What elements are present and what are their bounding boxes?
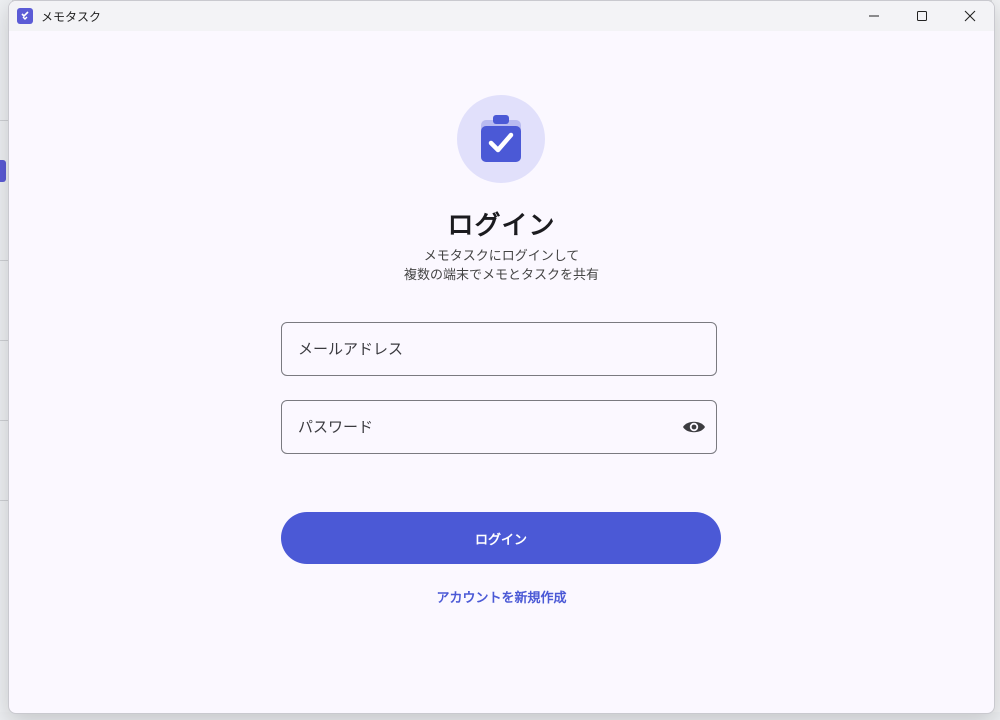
login-page: ログイン メモタスクにログインして 複数の端末でメモとタスクを共有 ログイン ア… [9, 31, 994, 713]
subtitle-line-1: メモタスクにログインして [423, 249, 580, 264]
email-input[interactable] [296, 328, 660, 370]
window-title: メモタスク [41, 9, 102, 24]
close-button[interactable] [946, 1, 994, 31]
minimize-icon [869, 15, 879, 17]
subtitle-line-2: 複数の端末でメモとタスクを共有 [403, 268, 599, 283]
maximize-icon [917, 11, 927, 21]
page-subtitle: メモタスクにログインして 複数の端末でメモとタスクを共有 [9, 247, 994, 285]
page-title: ログイン [447, 211, 556, 241]
app-logo-icon [17, 8, 33, 24]
show-password-button[interactable] [682, 415, 706, 439]
logo-badge [457, 95, 545, 183]
minimize-button[interactable] [850, 1, 898, 31]
app-window: メモタスク ログイン メモタスクにログインして 複数の端末でメモとタスクを共有 … [8, 0, 995, 714]
login-button[interactable]: ログイン [281, 512, 721, 564]
maximize-button[interactable] [898, 1, 946, 31]
window-controls [850, 1, 994, 31]
create-account-link[interactable]: アカウントを新規作成 [9, 587, 994, 606]
email-field[interactable] [281, 322, 717, 376]
background-app-marker [0, 160, 6, 182]
password-input[interactable] [296, 406, 660, 448]
password-field[interactable] [281, 400, 717, 454]
eye-icon [683, 421, 705, 433]
title-bar[interactable]: メモタスク [9, 1, 994, 31]
clipboard-check-icon [481, 115, 521, 162]
close-icon [964, 10, 976, 22]
